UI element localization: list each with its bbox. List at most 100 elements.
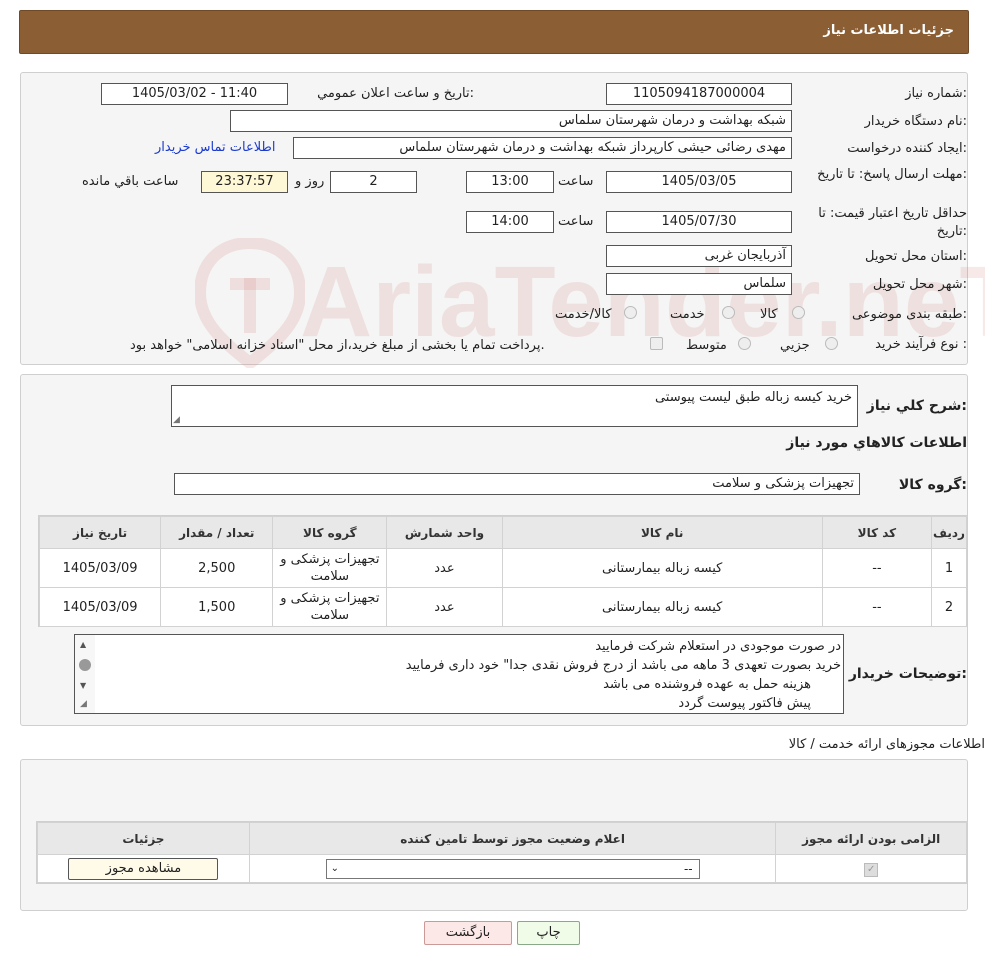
- row-group: تجهیزات پزشکی و سلامت: [272, 548, 388, 588]
- buyer-org-label: نام دستگاه خريدار:: [864, 114, 967, 129]
- category-label: طبقه بندی موضوعی:: [851, 307, 967, 322]
- province-field: آذربايجان غربی: [606, 245, 792, 267]
- notes-scrollbar[interactable]: ▲ ▼ ◢: [75, 635, 95, 713]
- process-note: پرداخت تمام يا بخشی از مبلغ خريد،از محل …: [130, 338, 545, 353]
- resize-grip-icon[interactable]: ◢: [173, 415, 180, 425]
- process-minor-label: جزيي: [780, 338, 810, 353]
- need-number-label: شماره نیاز:: [905, 86, 967, 101]
- row-unit: عدد: [386, 548, 503, 588]
- row-qty: 1,500: [160, 587, 274, 627]
- row-group: تجهیزات پزشکی و سلامت: [272, 587, 388, 627]
- row-name: کیسه زباله بیمارستانی: [501, 548, 823, 588]
- buyer-org-field: شبکه بهداشت و درمان شهرستان سلماس: [230, 110, 792, 132]
- need-number-field: 1105094187000004: [606, 83, 792, 105]
- goods-section-title: اطلاعات کالاهاي مورد نياز: [786, 435, 967, 451]
- row-qty: 2,500: [160, 548, 274, 588]
- province-label: استان محل تحويل:: [865, 249, 967, 264]
- buyer-notes-textarea[interactable]: ▲ ▼ ◢ در صورت موجودی در استعلام شرکت فرم…: [74, 634, 844, 714]
- col-permit-required: الزامی بودن ارائه مجوز: [775, 822, 967, 855]
- chevron-down-icon: ⌄: [330, 862, 340, 874]
- days-field: 2: [330, 171, 417, 193]
- goods-table-wrapper: رديف کد کالا نام کالا واحد شمارش گروه کا…: [38, 515, 968, 627]
- validity-date-field: 1405/07/30: [606, 211, 792, 233]
- note-line: در صورت موجودی در استعلام شرکت فرمایید: [595, 639, 841, 654]
- goods-table-header: رديف کد کالا نام کالا واحد شمارش گروه کا…: [38, 516, 968, 549]
- view-permit-button[interactable]: مشاهده مجوز: [68, 857, 219, 880]
- category-goods-label: کالا: [760, 307, 778, 322]
- deadline-date-field: 1405/03/05: [606, 171, 792, 193]
- process-label: نوع فرآيند خريد :: [875, 337, 967, 352]
- row-index: 1: [930, 548, 968, 588]
- category-goods-radio[interactable]: [792, 306, 805, 319]
- col-index: رديف: [930, 516, 968, 549]
- note-line: خرید بصورت تعهدی 3 ماهه می باشد از درج ف…: [405, 658, 841, 673]
- note-line: پیش فاکتور پیوست گردد: [678, 696, 811, 711]
- deadline-time-field: 13:00: [466, 171, 554, 193]
- permits-table-header: الزامی بودن ارائه مجوز اعلام وضعیت مجوز …: [37, 822, 967, 855]
- col-group: گروه کالا: [272, 516, 388, 549]
- table-row: ✓ -- ⌄ مشاهده مجوز: [37, 854, 967, 883]
- creator-label: ايجاد کننده درخواست:: [847, 141, 967, 156]
- row-index: 2: [930, 587, 968, 627]
- row-date: 1405/03/09: [38, 548, 162, 588]
- validity-label: حداقل تاريخ اعتبار قيمت: تا تاريخ:: [818, 206, 967, 239]
- remaining-label: ساعت باقي مانده: [82, 174, 179, 189]
- col-date: تاریخ نیاز: [38, 516, 162, 549]
- checkmark-icon: ✓: [864, 862, 879, 877]
- permit-required-cell: ✓: [775, 854, 967, 883]
- contact-info-link[interactable]: اطلاعات تماس خريدار: [155, 140, 275, 155]
- row-code: --: [821, 587, 932, 627]
- validity-time-field: 14:00: [466, 211, 554, 233]
- col-qty: تعداد / مقدار: [160, 516, 274, 549]
- announce-label: تاریخ و ساعت اعلان عمومي:: [317, 86, 474, 101]
- permits-section-title: اطلاعات مجوزهای ارائه خدمت / کالا: [788, 737, 985, 752]
- row-code: --: [821, 548, 932, 588]
- category-both-radio[interactable]: [624, 306, 637, 319]
- process-treasury-checkbox[interactable]: [650, 337, 663, 350]
- col-permit-details: جزئیات: [37, 822, 250, 855]
- category-both-label: کالا/خدمت: [555, 307, 612, 322]
- page-title: جزئیات اطلاعات نیاز: [823, 23, 954, 38]
- remaining-time-field: 23:37:57: [201, 171, 288, 193]
- permits-table-wrapper: الزامی بودن ارائه مجوز اعلام وضعیت مجوز …: [36, 821, 968, 884]
- permit-status-select[interactable]: -- ⌄: [325, 858, 700, 879]
- deadline-time-label: ساعت: [558, 174, 594, 189]
- print-button[interactable]: چاپ: [517, 921, 580, 945]
- scroll-down-icon[interactable]: ▼: [80, 681, 86, 690]
- process-minor-radio[interactable]: [825, 337, 838, 350]
- goods-group-field: تجهیزات پزشکی و سلامت: [174, 473, 860, 495]
- row-name: کیسه زباله بیمارستانی: [501, 587, 823, 627]
- scroll-up-icon[interactable]: ▲: [80, 640, 86, 649]
- city-label: شهر محل تحويل:: [872, 277, 967, 292]
- validity-time-label: ساعت: [558, 214, 594, 229]
- permit-status-value: --: [683, 861, 693, 876]
- process-medium-label: متوسط: [686, 338, 727, 353]
- scroll-thumb[interactable]: [79, 659, 91, 671]
- description-label: شرح کلي نياز:: [866, 398, 967, 414]
- buyer-notes-label: توضيحات خريدار:: [848, 666, 967, 682]
- category-service-label: خدمت: [670, 307, 705, 322]
- table-row: 1 -- کیسه زباله بیمارستانی عدد تجهیزات پ…: [38, 548, 968, 588]
- note-line: هزینه حمل به عهده فروشنده می باشد: [603, 677, 811, 692]
- col-code: کد کالا: [821, 516, 932, 549]
- page-header: جزئیات اطلاعات نیاز: [19, 10, 969, 54]
- days-label: روز و: [295, 174, 325, 189]
- resize-grip-icon[interactable]: ◢: [80, 699, 87, 709]
- announce-field: 1405/03/02 - 11:40: [101, 83, 288, 105]
- table-row: 2 -- کیسه زباله بیمارستانی عدد تجهیزات پ…: [38, 587, 968, 627]
- creator-field: مهدی رضائی حیشی کارپرداز شبکه بهداشت و د…: [293, 137, 792, 159]
- category-service-radio[interactable]: [722, 306, 735, 319]
- row-unit: عدد: [386, 587, 503, 627]
- permit-details-cell: مشاهده مجوز: [37, 854, 250, 883]
- description-textarea[interactable]: خرید کیسه زباله طبق لیست پیوستی: [171, 385, 858, 427]
- permits-table: الزامی بودن ارائه مجوز اعلام وضعیت مجوز …: [37, 822, 967, 883]
- goods-table: رديف کد کالا نام کالا واحد شمارش گروه کا…: [38, 516, 968, 627]
- process-medium-radio[interactable]: [738, 337, 751, 350]
- back-button[interactable]: بازگشت: [424, 921, 512, 945]
- col-name: نام کالا: [501, 516, 823, 549]
- col-unit: واحد شمارش: [386, 516, 503, 549]
- row-date: 1405/03/09: [38, 587, 162, 627]
- permit-status-cell: -- ⌄: [248, 854, 777, 883]
- goods-group-label: گروه کالا:: [898, 477, 967, 493]
- col-permit-status: اعلام وضعیت مجوز توسط تامین کننده: [248, 822, 777, 855]
